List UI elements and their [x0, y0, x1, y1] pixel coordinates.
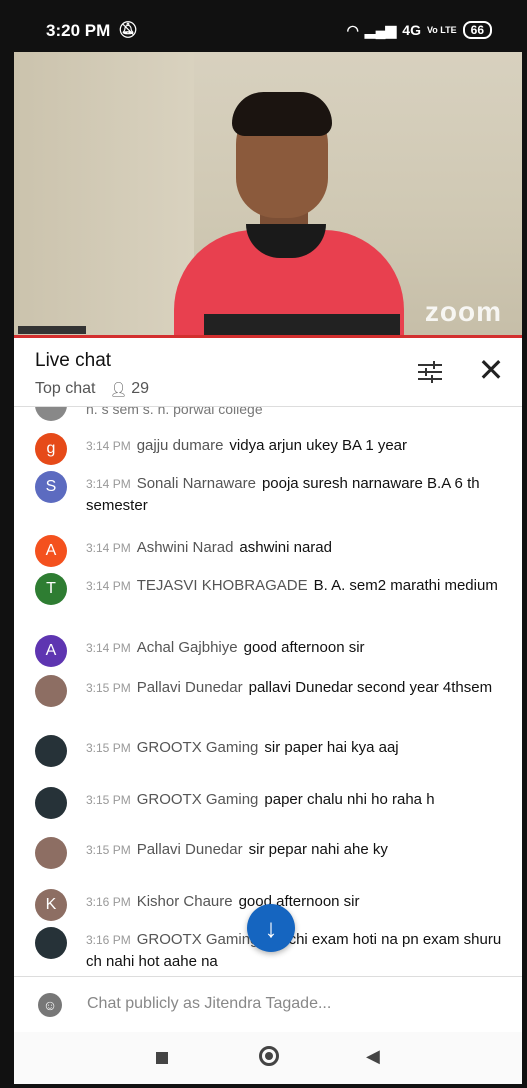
message-timestamp: 3:14 PM	[86, 439, 131, 453]
android-nav-bar: ◀	[14, 1032, 522, 1084]
message-author[interactable]: Sonali Narnaware	[137, 475, 256, 492]
chat-title: Live chat	[35, 350, 112, 371]
message-timestamp: 3:16 PM	[86, 895, 131, 909]
message-timestamp: 3:15 PM	[86, 741, 131, 755]
message-text: B. A. sem2 marathi medium	[313, 577, 498, 594]
avatar[interactable]	[35, 837, 67, 869]
message-text: sir pepar nahi ahe ky	[248, 841, 388, 858]
avatar[interactable]: S	[35, 471, 67, 503]
message-body: 3:16 PM GROOTX Gaming aaj chi exam hoti na…	[86, 929, 504, 972]
home-button[interactable]	[259, 1046, 279, 1066]
avatar[interactable]: A	[35, 635, 67, 667]
message-author[interactable]: gajju dumare	[137, 437, 224, 454]
message-timestamp: 3:14 PM	[86, 641, 131, 655]
signal-icon: ▂▄▆	[364, 21, 397, 38]
close-icon: ✕	[477, 352, 505, 388]
message-timestamp: 3:14 PM	[86, 541, 131, 555]
message-timestamp: 3:16 PM	[86, 933, 131, 947]
message-body: 3:14 PM gajju dumare vidya arjun ukey BA 1…	[86, 435, 504, 457]
filter-settings-button[interactable]	[414, 356, 446, 388]
chat-mode-selector[interactable]: Top chat 👤︎ 29	[35, 380, 149, 398]
recent-apps-button[interactable]	[156, 1052, 168, 1064]
device-frame: 3:20 PM 🔕︎ ◠ ▂▄▆ 4G Vo LTE 66 zoom Live …	[0, 0, 527, 1088]
message-body: 3:15 PM GROOTX Gaming paper chalu nhi ho r…	[86, 789, 504, 811]
zoom-watermark: zoom	[424, 296, 502, 327]
message-text: pallavi Dunedar second year 4thsem	[248, 679, 493, 696]
message-timestamp: 3:14 PM	[86, 477, 131, 491]
network-label: 4G	[402, 22, 421, 38]
wifi-icon: ◠	[346, 21, 359, 38]
message-text: paper chalu nhi ho raha h	[264, 791, 435, 808]
message-body: 3:14 PM Ashwini Narad ashwini narad	[86, 537, 504, 559]
avatar[interactable]: A	[35, 535, 67, 567]
status-bar: 3:20 PM 🔕︎ ◠ ▂▄▆ 4G Vo LTE 66	[14, 8, 522, 52]
message-author[interactable]: Pallavi Dunedar	[137, 679, 243, 696]
chat-input[interactable]: Chat publicly as Jitendra Tagade...	[87, 995, 331, 1013]
message-body: 3:15 PM Pallavi Dunedar pallavi Dunedar se…	[86, 677, 504, 699]
message-body: 3:14 PM Sonali Narnaware pooja suresh narn…	[86, 473, 504, 516]
message-author[interactable]: Achal Gajbhiye	[137, 639, 238, 656]
avatar[interactable]	[35, 787, 67, 819]
message-body: 3:16 PM Kishor Chaure good afternoon sir	[86, 891, 504, 913]
close-chat-button[interactable]: ✕	[474, 354, 508, 388]
message-body: 3:14 PM Achal Gajbhiye good afternoon sir	[86, 637, 504, 659]
message-timestamp: 3:15 PM	[86, 793, 131, 807]
status-indicators: ◠ ▂▄▆ 4G Vo LTE 66	[347, 21, 492, 39]
viewer-count: 👤︎ 29	[109, 380, 149, 398]
viewer-count-value: 29	[131, 380, 150, 397]
back-button[interactable]: ◀	[366, 1046, 380, 1067]
avatar[interactable]	[35, 927, 67, 959]
video-background	[14, 52, 194, 338]
tune-icon	[418, 361, 442, 383]
emoji-button[interactable]: ☺	[38, 993, 62, 1017]
status-time: 3:20 PM	[46, 21, 111, 40]
smiley-icon: ☺	[42, 997, 58, 1013]
scroll-to-bottom-button[interactable]: ↓	[247, 904, 295, 952]
message-text: sir paper hai kya aaj	[264, 739, 399, 756]
avatar[interactable]: T	[35, 573, 67, 605]
message-author[interactable]: TEJASVI KHOBRAGADE	[137, 577, 308, 594]
message-author[interactable]: GROOTX Gaming	[137, 931, 259, 948]
avatar[interactable]: g	[35, 433, 67, 465]
message-text: ashwini narad	[239, 539, 332, 556]
volte-label: Vo LTE	[426, 25, 457, 35]
live-chat-header: Live chat Top chat 👤︎ 29 ✕	[14, 338, 522, 407]
message-author[interactable]: GROOTX Gaming	[137, 791, 259, 808]
video-player[interactable]: zoom	[14, 52, 522, 338]
chat-input-bar: ☺ Chat publicly as Jitendra Tagade...	[14, 976, 522, 1033]
message-timestamp: 3:15 PM	[86, 843, 131, 857]
avatar	[35, 407, 67, 421]
message-body: 3:14 PM TEJASVI KHOBRAGADE B. A. sem2 mara…	[86, 575, 504, 597]
arrow-down-icon: ↓	[264, 913, 278, 943]
message-text: vidya arjun ukey BA 1 year	[229, 437, 408, 454]
message-body: 3:15 PM GROOTX Gaming sir paper hai kya aa…	[86, 737, 504, 759]
message-author[interactable]: Ashwini Narad	[137, 539, 234, 556]
message-author[interactable]: Kishor Chaure	[137, 893, 233, 910]
avatar[interactable]	[35, 735, 67, 767]
message-timestamp: 3:15 PM	[86, 681, 131, 695]
participant-name-tag	[18, 326, 86, 334]
message-body: 3:15 PM Pallavi Dunedar sir pepar nahi ahe…	[86, 839, 504, 861]
phone-screen: 3:20 PM 🔕︎ ◠ ▂▄▆ 4G Vo LTE 66 zoom Live …	[14, 8, 522, 1084]
mute-icon: 🔕︎	[118, 22, 139, 39]
partial-message: h. s sem s. n. porwal college	[86, 407, 263, 417]
presenter-hair	[232, 92, 332, 136]
avatar[interactable]	[35, 675, 67, 707]
battery-icon: 66	[462, 21, 492, 39]
message-author[interactable]: GROOTX Gaming	[137, 739, 259, 756]
person-icon: 👤︎	[109, 380, 128, 397]
avatar[interactable]: K	[35, 889, 67, 921]
message-text: good afternoon sir	[243, 639, 365, 656]
message-author[interactable]: Pallavi Dunedar	[137, 841, 243, 858]
chat-mode-label[interactable]: Top chat	[35, 380, 95, 398]
message-timestamp: 3:14 PM	[86, 579, 131, 593]
chat-message-list[interactable]: h. s sem s. n. porwal college g 3:14 PM ga…	[14, 407, 522, 977]
